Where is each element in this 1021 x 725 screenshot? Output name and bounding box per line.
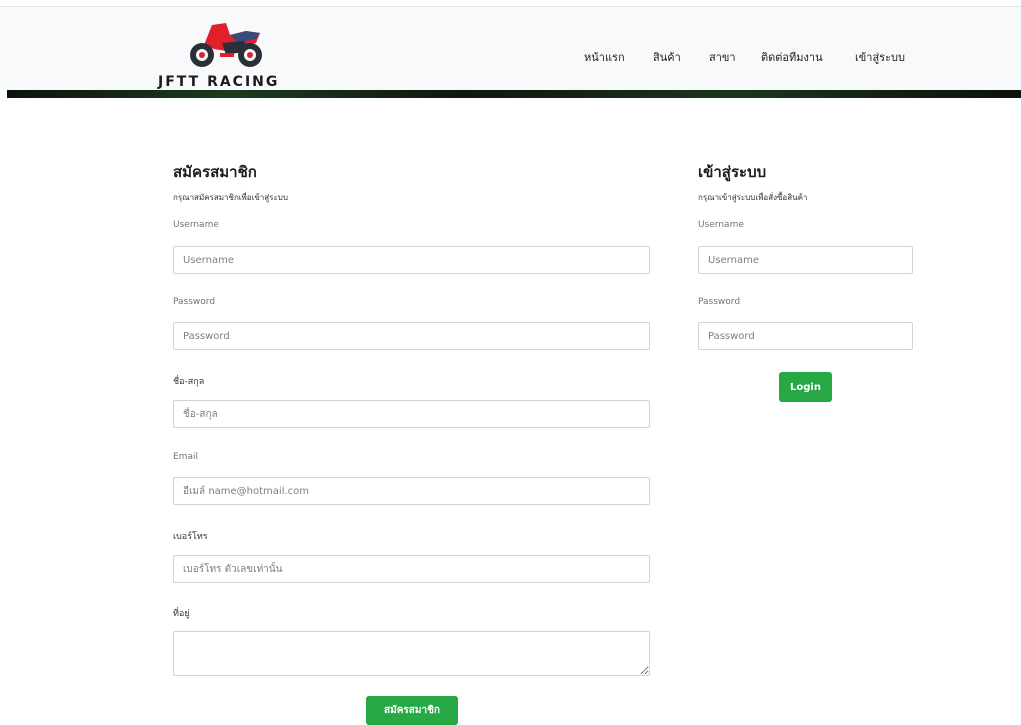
register-email-label: Email [173,452,198,462]
register-fullname-input[interactable] [173,400,650,428]
login-submit-button[interactable]: Login [779,372,832,402]
register-subtitle: กรุณาสมัครสมาชิกเพื่อเข้าสู่ระบบ [173,193,288,202]
hero-banner-strip [7,90,1021,98]
navbar: JFTT RACING หน้าแรก สินค้า สาขา ติดต่อที… [0,7,1021,90]
nav-item-home[interactable]: หน้าแรก [584,48,625,66]
login-password-label: Password [698,297,741,307]
nav-item-products[interactable]: สินค้า [653,48,681,66]
brand-logo[interactable]: JFTT RACING [158,19,298,93]
register-password-input[interactable] [173,322,650,350]
register-address-label: ที่อยู่ [173,609,190,619]
register-username-label: Username [173,220,219,230]
register-fullname-label: ชื่อ-สกุล [173,377,205,387]
brand-name: JFTT RACING [158,74,280,90]
register-address-textarea[interactable] [173,631,650,676]
nav-item-branch[interactable]: สาขา [709,48,736,66]
register-email-input[interactable] [173,477,650,505]
login-username-label: Username [698,220,744,230]
register-password-label: Password [173,297,216,307]
register-title: สมัครสมาชิก [173,163,257,181]
register-phone-input[interactable] [173,555,650,583]
motorcycle-icon [190,23,262,67]
nav-item-contact[interactable]: ติดต่อทีมงาน [761,48,823,66]
top-border [0,0,1021,7]
register-phone-label: เบอร์โทร [173,532,208,542]
login-subtitle: กรุณาเข้าสู่ระบบเพื่อสั่งซื้อสินค้า [698,193,808,202]
nav-item-login[interactable]: เข้าสู่ระบบ [855,48,905,66]
register-username-input[interactable] [173,246,650,274]
login-password-input[interactable] [698,322,913,350]
register-submit-button[interactable]: สมัครสมาชิก [366,696,458,725]
login-title: เข้าสู่ระบบ [698,163,767,181]
login-username-input[interactable] [698,246,913,274]
